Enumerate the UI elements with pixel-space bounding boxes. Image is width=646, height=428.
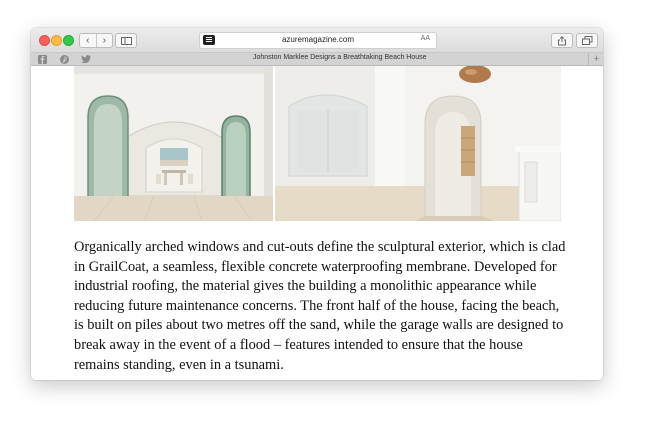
sidebar-button[interactable] <box>115 33 137 48</box>
active-tab-title[interactable]: Johnston Marklee Designs a Breathtaking … <box>253 54 427 61</box>
tabs-overview-button[interactable] <box>576 33 598 48</box>
sidebar-icon <box>120 36 132 45</box>
share-button[interactable] <box>551 33 573 48</box>
page-content: Organically arched windows and cut-outs … <box>31 66 603 380</box>
browser-window: ‹ › azuremagazine.com AA Johnston Markle… <box>31 28 603 380</box>
pinterest-icon[interactable] <box>59 54 69 64</box>
navigation-buttons: ‹ › <box>79 33 113 48</box>
arched-corridor-photo <box>275 66 561 221</box>
zoom-window-button[interactable] <box>63 35 74 46</box>
favorites-tab-bar: Johnston Marklee Designs a Breathtaking … <box>31 53 603 66</box>
browser-toolbar: ‹ › azuremagazine.com AA <box>31 28 603 53</box>
forward-button[interactable]: › <box>95 34 113 47</box>
text-size-button[interactable]: AA <box>421 35 430 42</box>
minimize-window-button[interactable] <box>51 35 62 46</box>
share-icon <box>558 35 566 45</box>
tabs-icon <box>581 36 592 45</box>
forward-arrow-icon: › <box>102 34 106 46</box>
twitter-icon[interactable] <box>81 54 91 64</box>
article-paragraph: Organically arched windows and cut-outs … <box>74 239 566 373</box>
facebook-icon[interactable] <box>37 54 47 64</box>
arched-interior-photo <box>74 66 273 221</box>
close-window-button[interactable] <box>39 35 50 46</box>
new-tab-button[interactable]: + <box>588 53 603 65</box>
back-arrow-icon: ‹ <box>86 34 90 46</box>
address-bar[interactable]: azuremagazine.com AA <box>199 32 437 49</box>
back-button[interactable]: ‹ <box>80 34 96 47</box>
url-text: azuremagazine.com <box>281 35 355 44</box>
